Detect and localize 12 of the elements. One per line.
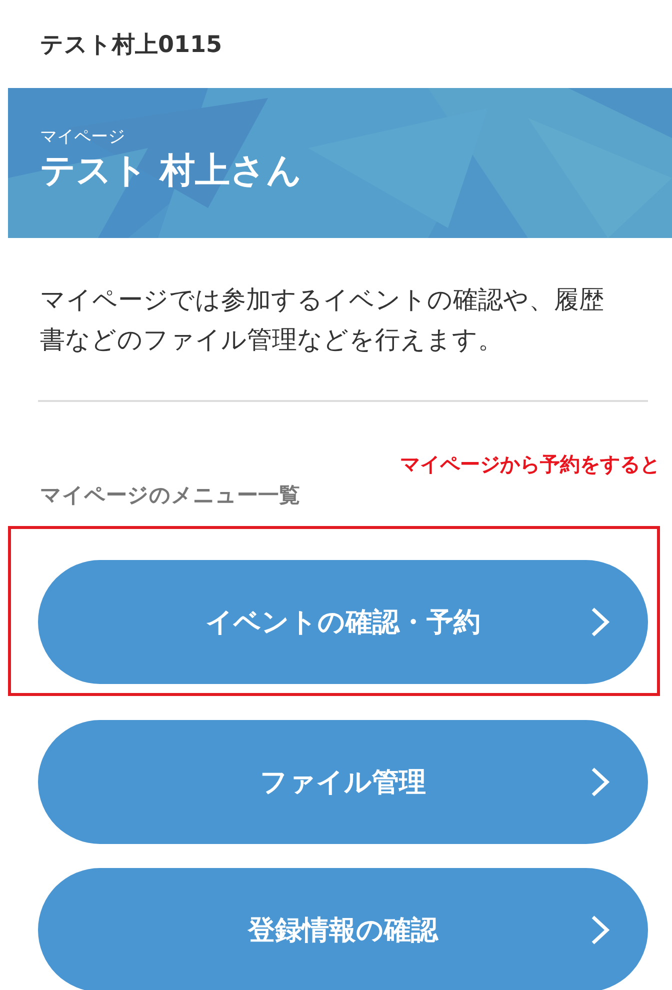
menu-button[interactable]: 登録情報の確認	[38, 868, 648, 990]
menu-button[interactable]: イベントの確認・予約	[38, 560, 648, 684]
menu-heading: マイページのメニュー一覧	[40, 482, 301, 509]
chevron-right-icon	[590, 914, 610, 946]
description-text: マイページでは参加するイベントの確認や、履歴書などのファイル管理などを行えます。	[40, 284, 605, 356]
chevron-right-icon	[590, 766, 610, 798]
chevron-right-icon	[590, 606, 610, 638]
annotation-text: マイページから予約をすると	[399, 451, 660, 478]
menu-button[interactable]: ファイル管理	[38, 720, 648, 844]
page-subtitle: マイページ	[40, 126, 126, 148]
page-title: テスト村上0115	[40, 30, 222, 60]
user-name: テスト 村上さん	[40, 150, 304, 193]
